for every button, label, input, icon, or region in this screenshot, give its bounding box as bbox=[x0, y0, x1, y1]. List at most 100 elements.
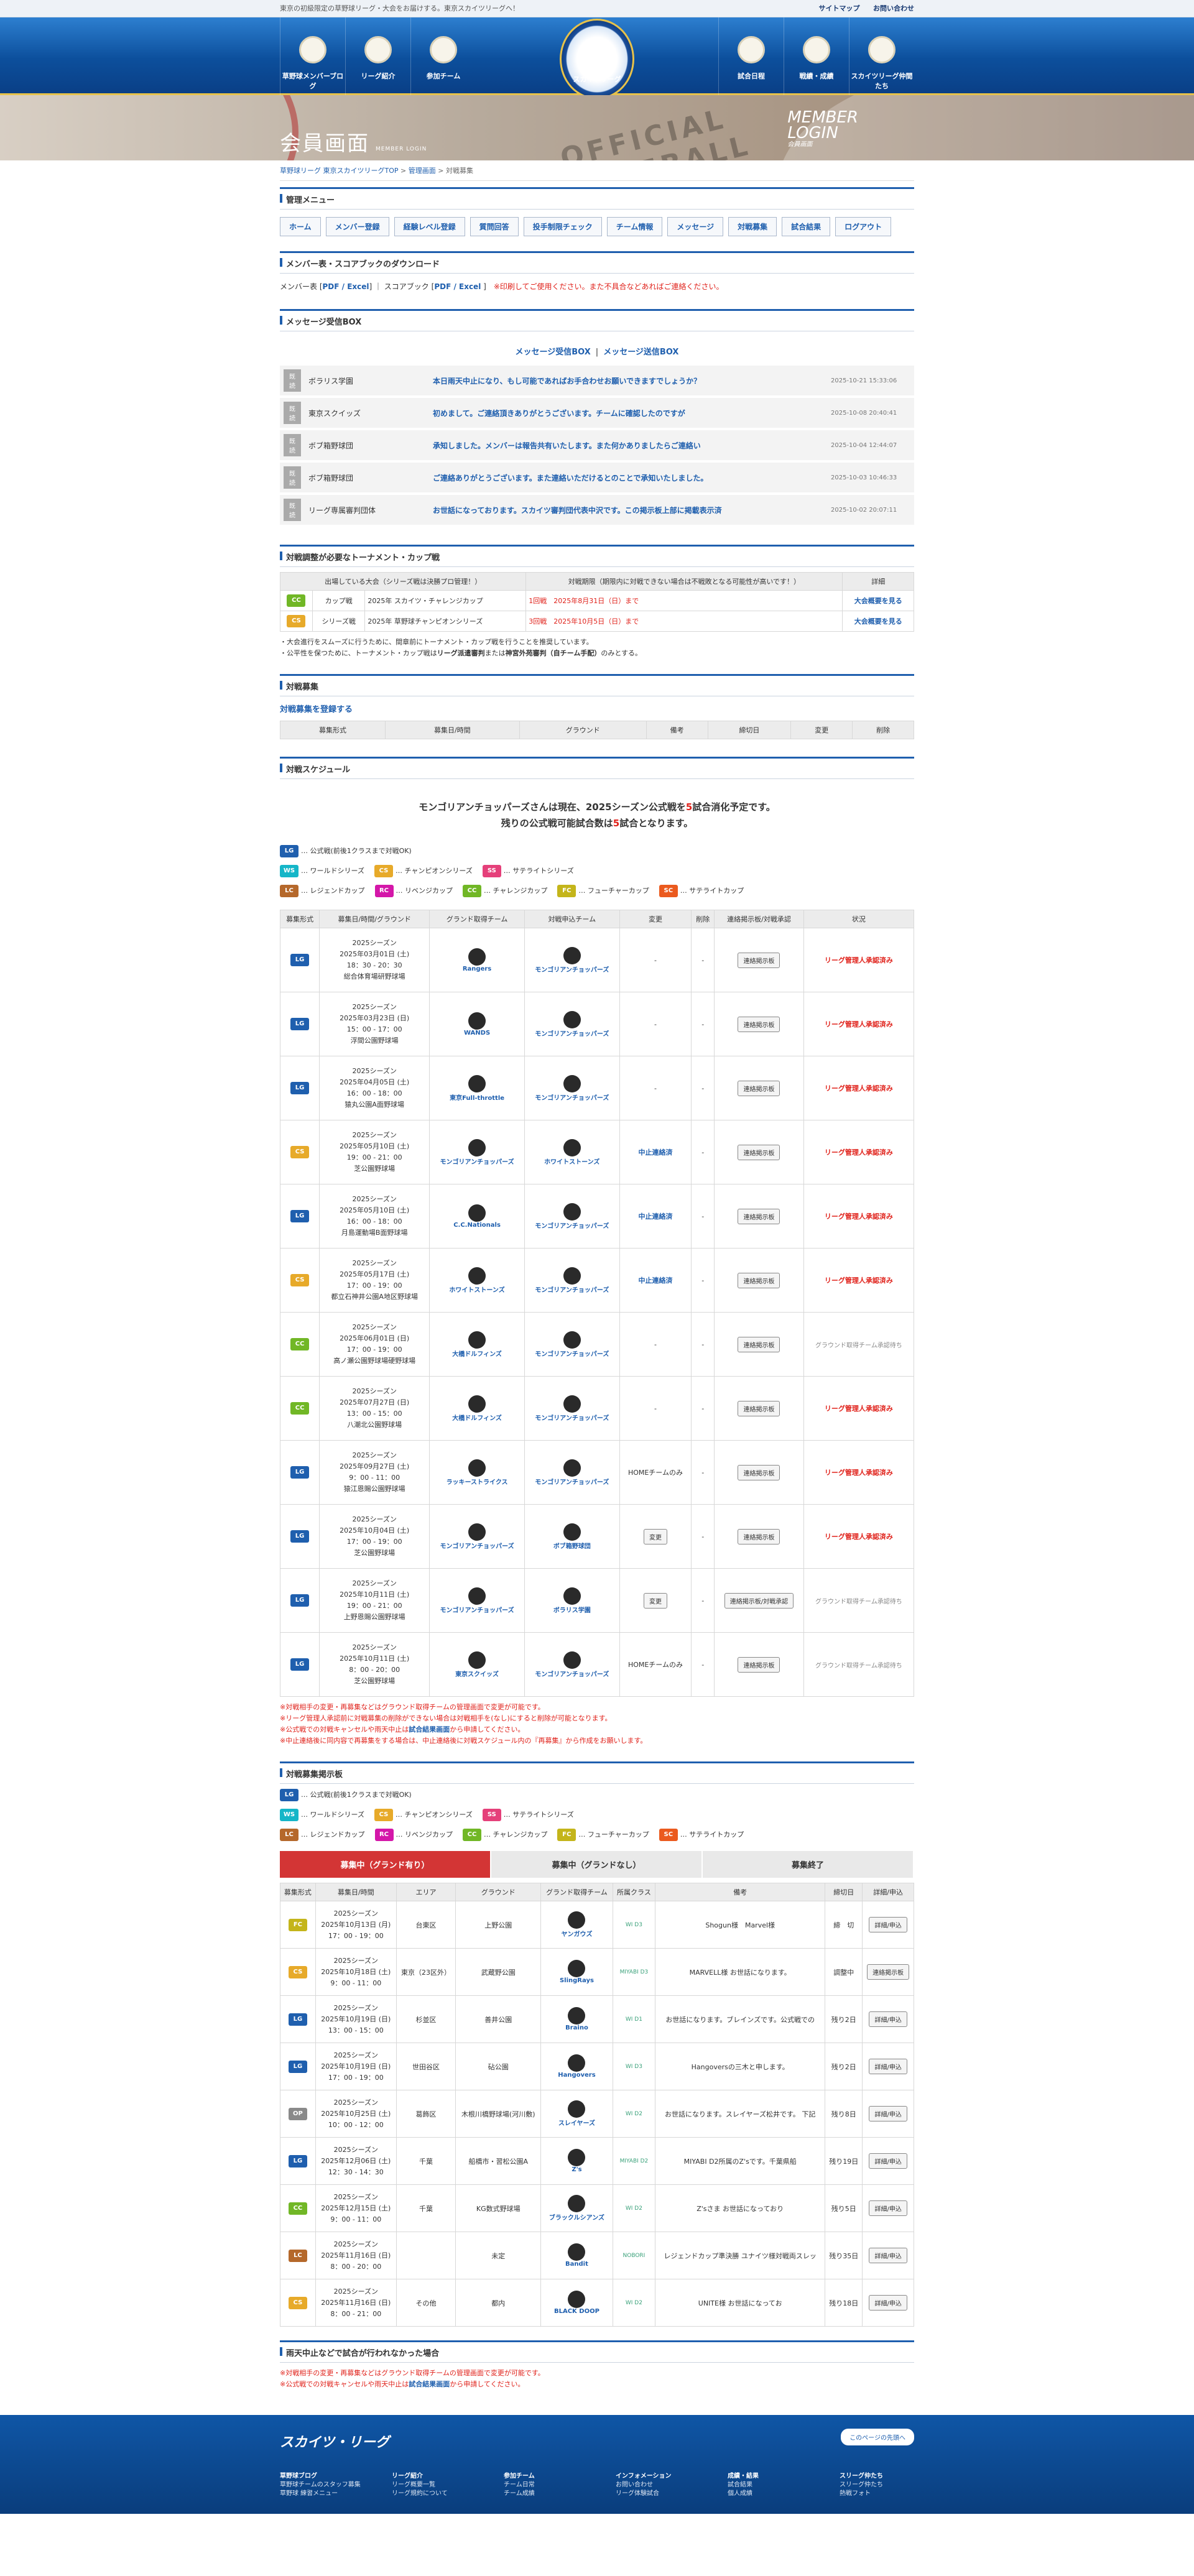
board-detail-button[interactable]: 詳細/申込 bbox=[869, 1917, 907, 1932]
team-name[interactable]: モンゴリアンチョッパーズ bbox=[432, 1605, 522, 1614]
team-name[interactable]: ホワイトストーンズ bbox=[527, 1156, 617, 1166]
tab-closed[interactable]: 募集終了 bbox=[703, 1851, 914, 1878]
team-name[interactable]: Bandit bbox=[544, 2261, 610, 2268]
team-name[interactable]: 東京スクイッズ bbox=[432, 1669, 522, 1678]
admin-menu-item[interactable]: 対戦募集 bbox=[728, 217, 777, 236]
message-body[interactable]: 承知しました。メンバーは報告共有いたします。また何かありましたらご連絡い bbox=[429, 429, 827, 463]
scorebook-link[interactable]: PDF / Excel bbox=[434, 282, 481, 291]
message-body[interactable]: 初めまして。ご連絡頂きありがとうございます。チームに確認したのですが bbox=[429, 397, 827, 430]
team-name[interactable]: ボブ箱野球団 bbox=[527, 1541, 617, 1550]
nav-results[interactable]: 戦績・成績 bbox=[784, 17, 849, 95]
team-name[interactable]: モンゴリアンチョッパーズ bbox=[527, 1349, 617, 1358]
team-name[interactable]: ヤンガウズ bbox=[544, 1929, 610, 1938]
footer-link[interactable]: リーグ規約について bbox=[392, 2490, 504, 2498]
breadcrumb-home[interactable]: 草野球リーグ 東京スカイツリーグTOP bbox=[280, 167, 399, 175]
team-name[interactable]: 東京Full-throttle bbox=[432, 1092, 522, 1102]
footer-link[interactable]: 熱戦フォト bbox=[840, 2490, 951, 2498]
add-recruit-link[interactable]: 対戦募集を登録する bbox=[280, 705, 353, 714]
message-row[interactable]: 既読 ボラリス学園 本日雨天中止になり、もし可能であればお手合わせお願いできますでし… bbox=[280, 366, 914, 398]
board-detail-button[interactable]: 連絡掲示板 bbox=[867, 1964, 910, 1980]
footer-logo[interactable]: スカイツ・リーグ bbox=[280, 2431, 389, 2451]
admin-menu-item[interactable]: チーム情報 bbox=[606, 217, 663, 236]
footer-link[interactable]: チーム日常 bbox=[504, 2481, 616, 2490]
footer-column-heading[interactable]: リーグ紹介 bbox=[392, 2472, 504, 2481]
contact-board-button[interactable]: 連絡掲示板 bbox=[738, 1400, 780, 1416]
footer-link[interactable]: 個人成績 bbox=[728, 2490, 840, 2498]
team-name[interactable]: 大橋ドルフィンズ bbox=[432, 1349, 522, 1358]
team-name[interactable]: モンゴリアンチョッパーズ bbox=[527, 1221, 617, 1230]
team-name[interactable]: SlingRays bbox=[544, 1977, 610, 1984]
team-name[interactable]: ボラリス学園 bbox=[527, 1605, 617, 1614]
footer-column-heading[interactable]: 成績・結果 bbox=[728, 2472, 840, 2481]
footer-link[interactable]: スリーグ仲たち bbox=[840, 2481, 951, 2490]
member-sheet-link[interactable]: PDF / Excel bbox=[323, 282, 369, 291]
footer-link[interactable]: 草野球 練習メニュー bbox=[280, 2490, 392, 2498]
board-detail-button[interactable]: 詳細/申込 bbox=[869, 2059, 907, 2074]
board-detail-button[interactable]: 詳細/申込 bbox=[869, 2011, 907, 2027]
team-name[interactable]: Braino bbox=[544, 2024, 610, 2031]
message-body[interactable]: お世話になっております。スカイツ審判団代表中沢です。この掲示板上部に掲載表示済 bbox=[429, 494, 827, 527]
admin-menu-item[interactable]: メッセージ bbox=[667, 217, 724, 236]
inbox-link[interactable]: メッセージ受信BOX bbox=[516, 348, 591, 357]
contact-board-button[interactable]: 連絡掲示板/対戦承認 bbox=[724, 1592, 794, 1609]
admin-menu-item[interactable]: 経験レベル登録 bbox=[394, 217, 465, 236]
footer-link[interactable]: リーグ体験試合 bbox=[616, 2490, 728, 2498]
footer-link[interactable]: お問い合わせ bbox=[616, 2481, 728, 2490]
team-name[interactable]: モンゴリアンチョッパーズ bbox=[527, 1092, 617, 1102]
message-row[interactable]: 既読 ボブ箱野球団 ご連絡ありがとうございます。また連絡いただけるとのことで承知いた… bbox=[280, 461, 914, 495]
board-detail-button[interactable]: 詳細/申込 bbox=[869, 2200, 907, 2216]
team-name[interactable]: C.C.Nationals bbox=[432, 1222, 522, 1229]
team-name[interactable]: ホワイトストーンズ bbox=[432, 1285, 522, 1294]
footer-link[interactable]: 試合結果 bbox=[728, 2481, 840, 2490]
team-name[interactable]: 大橋ドルフィンズ bbox=[432, 1413, 522, 1422]
board-detail-button[interactable]: 詳細/申込 bbox=[869, 2106, 907, 2121]
breadcrumb-member[interactable]: 管理画面 bbox=[409, 167, 436, 175]
outbox-link[interactable]: メッセージ送信BOX bbox=[603, 348, 678, 357]
contact-board-button[interactable]: 連絡掲示板 bbox=[738, 1208, 780, 1224]
tournament-detail-link[interactable]: 大会概要を見る bbox=[854, 617, 902, 626]
nav-teams[interactable]: 参加チーム bbox=[410, 17, 476, 95]
nav-friends[interactable]: スカイツリーグ仲間たち bbox=[849, 17, 914, 95]
nav-schedule[interactable]: 試合日程 bbox=[718, 17, 784, 95]
board-detail-button[interactable]: 詳細/申込 bbox=[869, 2295, 907, 2311]
admin-menu-item[interactable]: ホーム bbox=[280, 217, 321, 236]
admin-menu-item[interactable]: 試合結果 bbox=[782, 217, 831, 236]
admin-menu-item[interactable]: メンバー登録 bbox=[325, 217, 389, 236]
rain-results-link[interactable]: 試合結果画面 bbox=[409, 2380, 450, 2388]
back-to-top-button[interactable]: このページの先頭へ bbox=[841, 2429, 914, 2445]
message-body[interactable]: 本日雨天中止になり、もし可能であればお手合わせお願いできますでしょうか？ bbox=[429, 366, 827, 398]
team-name[interactable]: ブラックルシアンズ bbox=[544, 2212, 610, 2222]
footer-column-heading[interactable]: インフォメーション bbox=[616, 2472, 728, 2481]
board-detail-button[interactable]: 詳細/申込 bbox=[869, 2248, 907, 2263]
change-button[interactable]: 変更 bbox=[643, 1592, 667, 1609]
footer-column-heading[interactable]: スリーグ仲たち bbox=[840, 2472, 951, 2481]
message-row[interactable]: 既読 ボブ箱野球団 承知しました。メンバーは報告共有いたします。また何かありましたら… bbox=[280, 429, 914, 463]
contact-board-button[interactable]: 連絡掲示板 bbox=[738, 952, 780, 968]
footer-column-heading[interactable]: 草野球ブログ bbox=[280, 2472, 392, 2481]
team-name[interactable]: モンゴリアンチョッパーズ bbox=[527, 1285, 617, 1294]
footer-link[interactable]: リーグ概要一覧 bbox=[392, 2481, 504, 2490]
contact-board-button[interactable]: 連絡掲示板 bbox=[738, 1080, 780, 1096]
team-name[interactable]: モンゴリアンチョッパーズ bbox=[432, 1541, 522, 1550]
team-name[interactable]: モンゴリアンチョッパーズ bbox=[527, 964, 617, 974]
message-row[interactable]: 既読 東京スクイッズ 初めまして。ご連絡頂きありがとうございます。チームに確認したの… bbox=[280, 397, 914, 430]
tab-open-with-ground[interactable]: 募集中（グランド有り） bbox=[280, 1851, 491, 1878]
tab-open-no-ground[interactable]: 募集中（グランドなし） bbox=[491, 1851, 703, 1878]
contact-board-button[interactable]: 連絡掲示板 bbox=[738, 1528, 780, 1544]
contact-board-button[interactable]: 連絡掲示板 bbox=[738, 1016, 780, 1032]
team-name[interactable]: モンゴリアンチョッパーズ bbox=[527, 1669, 617, 1678]
nav-league-intro[interactable]: リーグ紹介 bbox=[345, 17, 410, 95]
team-name[interactable]: モンゴリアンチョッパーズ bbox=[432, 1156, 522, 1166]
team-name[interactable]: モンゴリアンチョッパーズ bbox=[527, 1413, 617, 1422]
team-name[interactable]: WANDS bbox=[432, 1030, 522, 1036]
admin-menu-item[interactable]: 質問回答 bbox=[470, 217, 519, 236]
team-name[interactable]: Hangovers bbox=[544, 2072, 610, 2079]
team-name[interactable]: モンゴリアンチョッパーズ bbox=[527, 1028, 617, 1038]
league-logo[interactable]: スカイツリーグ bbox=[560, 19, 634, 99]
footer-link[interactable]: 草野球チームのスタッフ募集 bbox=[280, 2481, 392, 2490]
team-name[interactable]: モンゴリアンチョッパーズ bbox=[527, 1477, 617, 1486]
footer-column-heading[interactable]: 参加チーム bbox=[504, 2472, 616, 2481]
team-name[interactable]: Rangers bbox=[432, 966, 522, 972]
board-detail-button[interactable]: 詳細/申込 bbox=[869, 2153, 907, 2169]
contact-board-button[interactable]: 連絡掲示板 bbox=[738, 1336, 780, 1352]
